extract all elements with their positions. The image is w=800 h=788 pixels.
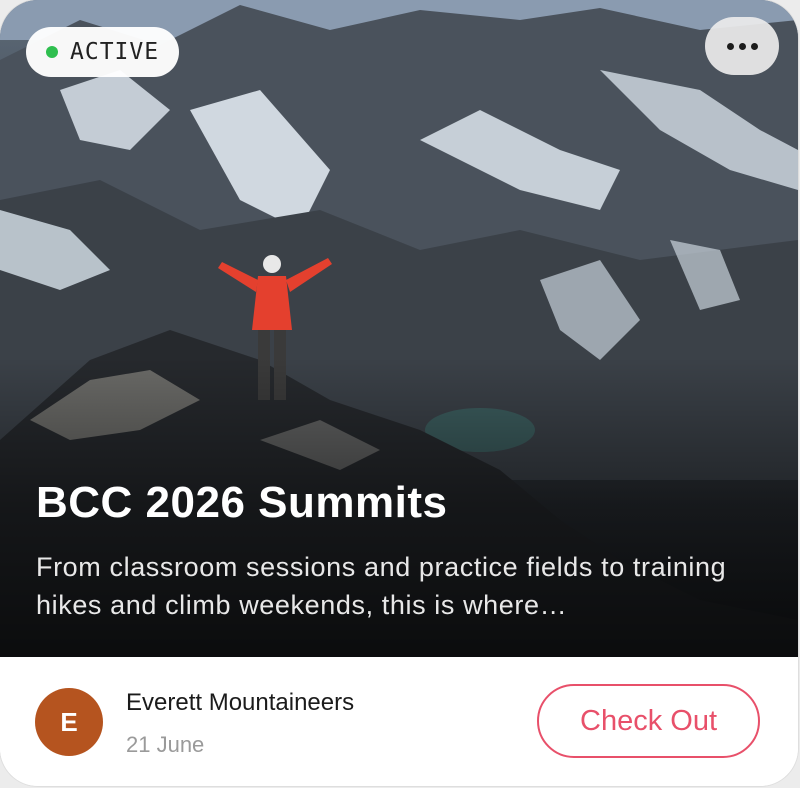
event-card[interactable]: ACTIVE BCC 2026 Summits From classroom s… [0, 0, 798, 786]
event-title: BCC 2026 Summits [36, 478, 448, 527]
organizer-name[interactable]: Everett Mountaineers [126, 689, 354, 717]
hero-image: ACTIVE BCC 2026 Summits From classroom s… [0, 0, 798, 657]
more-options-button[interactable] [705, 17, 779, 75]
status-label: ACTIVE [70, 39, 160, 65]
status-badge: ACTIVE [26, 27, 180, 77]
card-footer: E Everett Mountaineers 21 June Check Out [0, 657, 798, 786]
check-out-button[interactable]: Check Out [537, 684, 760, 758]
event-date: 21 June [126, 732, 205, 757]
more-horizontal-icon [726, 42, 734, 50]
status-dot-icon [46, 46, 58, 58]
more-horizontal-icon-dot [750, 42, 758, 50]
organizer-avatar[interactable]: E [35, 688, 103, 756]
more-horizontal-icon-dot [738, 42, 746, 50]
event-description: From classroom sessions and practice fie… [36, 552, 727, 620]
